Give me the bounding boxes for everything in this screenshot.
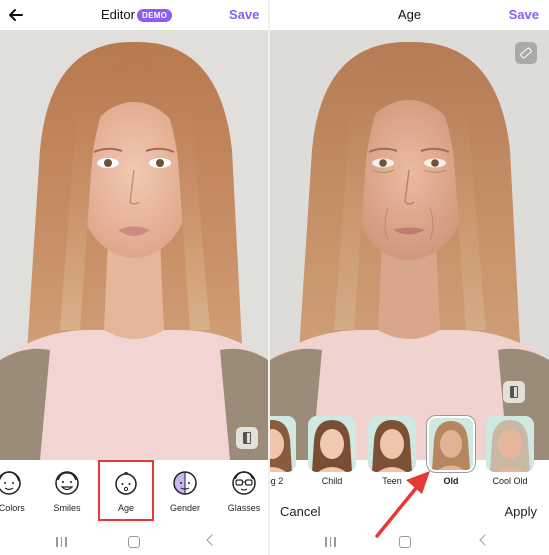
age-option-label: ung 2 — [270, 476, 284, 486]
page-title: Age — [397, 7, 422, 22]
age-option-young-2[interactable] — [270, 416, 296, 472]
age-option-child[interactable] — [308, 416, 356, 472]
feature-label: Glasses — [227, 503, 261, 513]
nav-back-icon[interactable] — [479, 534, 491, 546]
demo-badge: DEMO — [137, 9, 173, 22]
save-button[interactable]: Save — [229, 7, 259, 22]
eraser-icon — [519, 46, 533, 60]
home-icon[interactable] — [128, 536, 140, 548]
apply-button[interactable]: Apply — [504, 504, 537, 519]
smile-face-icon — [55, 471, 79, 495]
age-screen: Age Save g 2 Child Teen Old Cool Old Can… — [270, 0, 549, 555]
feature-item-gender[interactable]: Gender — [158, 468, 212, 513]
cancel-button[interactable]: Cancel — [280, 504, 320, 519]
compare-icon — [243, 432, 251, 444]
system-navbar — [270, 530, 549, 555]
system-navbar — [0, 530, 268, 555]
age-option-label: Teen — [382, 476, 402, 486]
selected-feature-highlight — [98, 460, 154, 521]
compare-icon — [510, 386, 518, 398]
editor-screen: Editor DEMO Save Colors Smiles Age Gende… — [0, 0, 268, 555]
age-option-label: Cool Old — [492, 476, 528, 486]
feature-label: r Colors — [0, 503, 25, 513]
compare-button[interactable] — [503, 381, 525, 403]
age-option-teen[interactable] — [368, 416, 416, 472]
feature-toolbar: r Colors Smiles Age — [0, 460, 268, 525]
age-option-label: Child — [321, 476, 343, 486]
feature-item-hair-colors[interactable]: r Colors — [0, 468, 36, 513]
action-bar: Cancel Apply — [270, 490, 549, 530]
home-icon[interactable] — [399, 536, 411, 548]
recent-apps-icon[interactable] — [325, 537, 336, 547]
eraser-button[interactable] — [515, 42, 537, 64]
age-option-old[interactable] — [427, 416, 475, 472]
age-options-strip: ung 2 Child Teen Old Cool Old — [270, 410, 549, 490]
aged-portrait-photo — [270, 30, 549, 460]
feature-label: Gender — [169, 503, 201, 513]
editor-header: Editor DEMO Save — [0, 0, 268, 30]
recent-apps-icon[interactable] — [56, 537, 67, 547]
age-header: Age Save — [270, 0, 549, 30]
feature-item-glasses[interactable]: Glasses — [217, 468, 268, 513]
portrait-photo — [0, 30, 268, 460]
glasses-face-icon — [232, 471, 256, 495]
gender-face-icon — [173, 471, 197, 495]
compare-button[interactable] — [236, 427, 258, 449]
feature-item-smiles[interactable]: Smiles — [40, 468, 94, 513]
nav-back-icon[interactable] — [206, 534, 218, 546]
feature-label: Smiles — [53, 503, 81, 513]
page-title: Editor — [101, 7, 135, 22]
hair-color-face-icon — [0, 471, 21, 495]
back-arrow-icon[interactable] — [6, 5, 26, 25]
save-button[interactable]: Save — [509, 7, 539, 22]
age-option-cool-old[interactable] — [486, 416, 534, 472]
age-option-label-selected: Old — [443, 476, 459, 486]
